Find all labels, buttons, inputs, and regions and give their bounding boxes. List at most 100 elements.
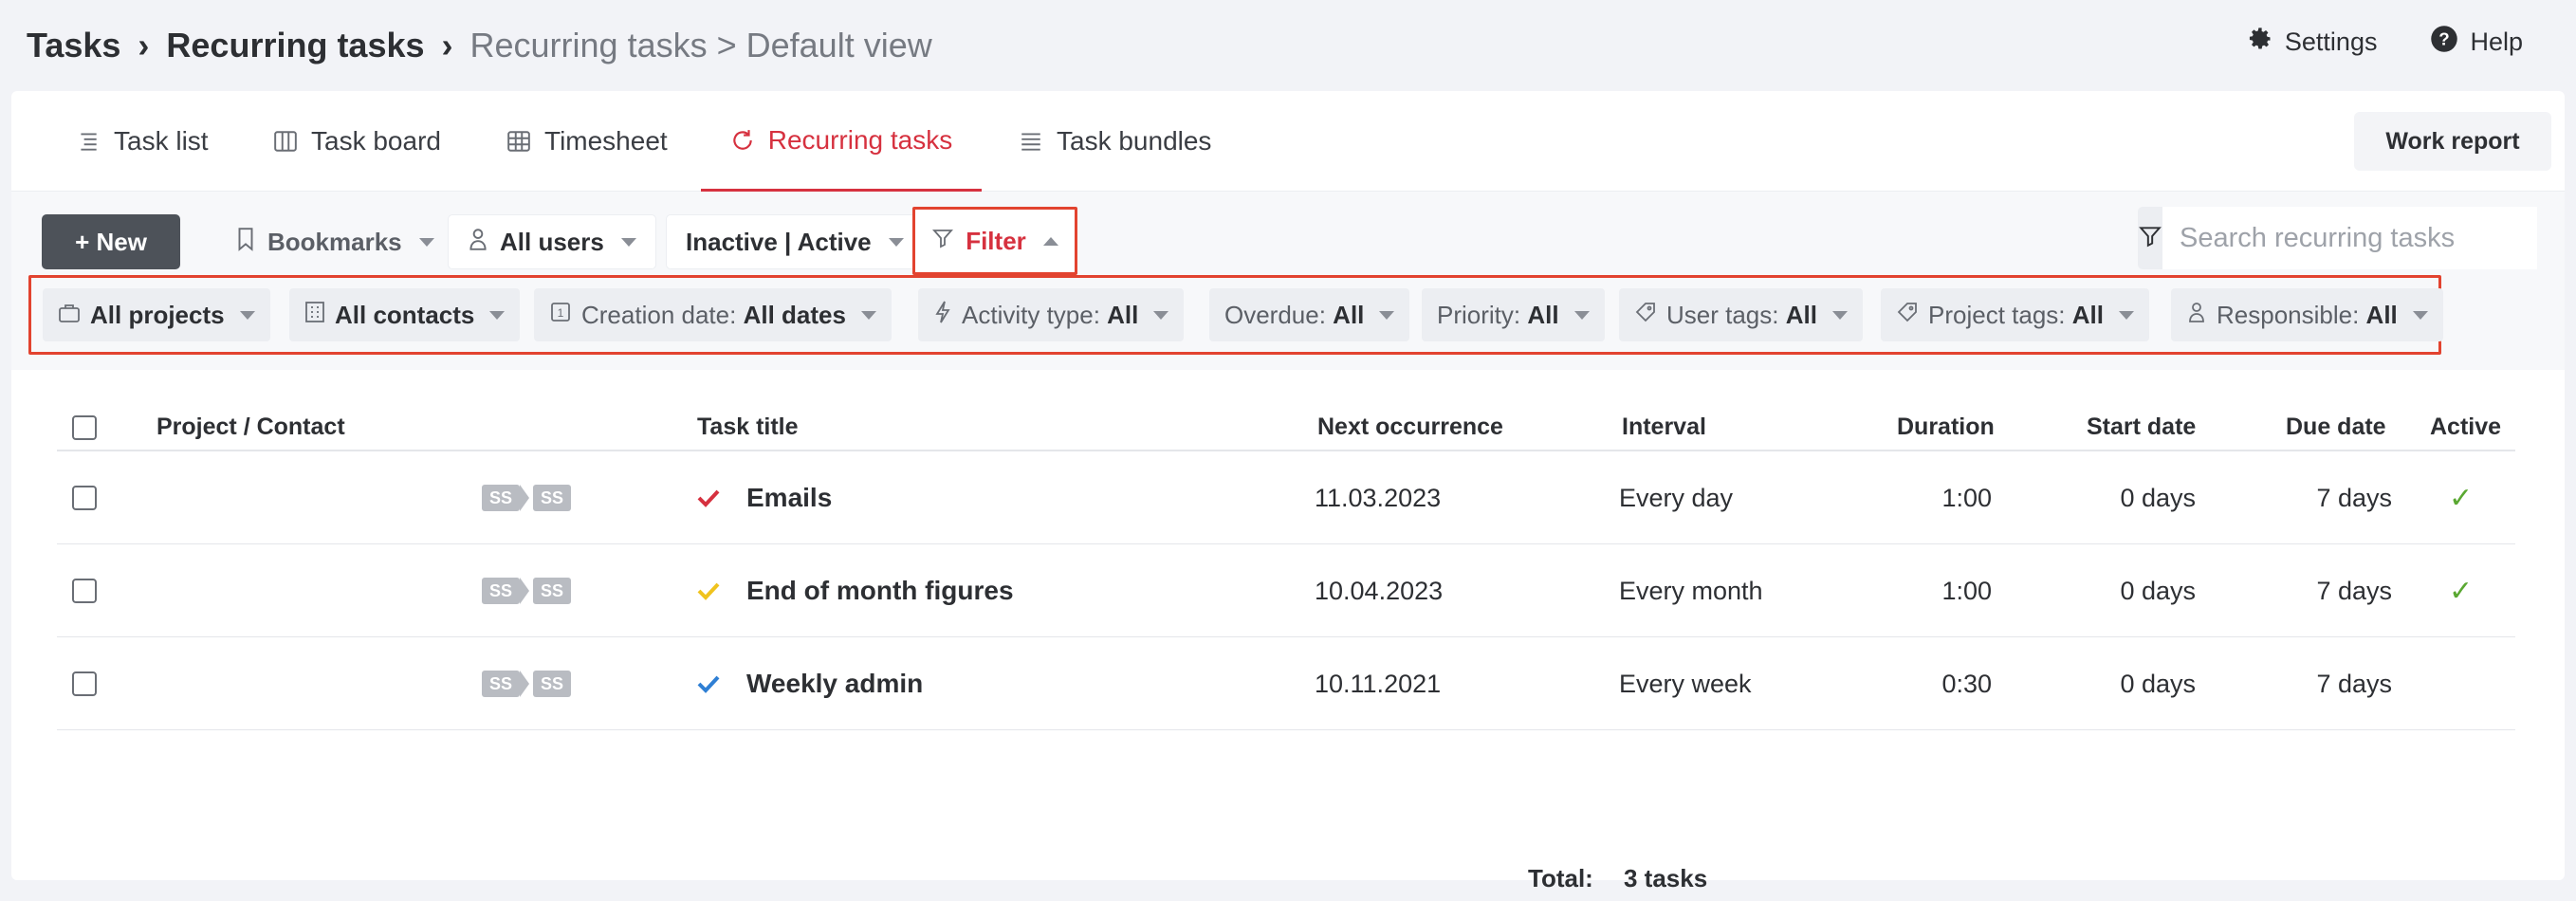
- user-badge: SS: [482, 578, 521, 604]
- work-report-button[interactable]: Work report: [2354, 112, 2551, 171]
- filter-chips-bar: All projects All contacts 1 Creation dat…: [28, 275, 2443, 355]
- column-project-contact[interactable]: Project / Contact: [156, 414, 345, 441]
- user-tags-filter[interactable]: User tags: All: [1619, 288, 1863, 341]
- bookmarks-label: Bookmarks: [267, 227, 402, 256]
- column-duration[interactable]: Duration: [1897, 414, 1995, 441]
- column-start-date[interactable]: Start date: [2087, 414, 2196, 441]
- tab-task-board[interactable]: Task board: [273, 91, 441, 192]
- user-icon: [468, 227, 488, 258]
- status-label: Inactive | Active: [686, 227, 872, 256]
- row-checkbox[interactable]: [72, 671, 97, 696]
- filter-button[interactable]: Filter: [912, 207, 1077, 275]
- status-dropdown[interactable]: Inactive | Active: [666, 214, 924, 269]
- chip-label: Activity type: All: [962, 300, 1139, 329]
- duration: 1:00: [1941, 483, 1992, 512]
- chip-label: Priority: All: [1437, 300, 1559, 329]
- chevron-down-icon: [418, 237, 434, 247]
- svg-text:?: ?: [2439, 28, 2450, 48]
- settings-link[interactable]: Settings: [2247, 26, 2378, 59]
- creation-date-filter[interactable]: 1 Creation date: All dates: [534, 288, 892, 341]
- bookmarks-button[interactable]: Bookmarks: [220, 214, 450, 269]
- check-icon: [697, 544, 720, 637]
- breadcrumb-separator: ›: [441, 26, 453, 64]
- start-date: 0 days: [2120, 669, 2196, 698]
- column-active[interactable]: Active: [2430, 414, 2501, 441]
- tab-recurring-tasks[interactable]: Recurring tasks: [701, 91, 982, 192]
- responsible-filter[interactable]: Responsible: All: [2171, 288, 2443, 341]
- due-date: 7 days: [2316, 669, 2392, 698]
- select-all-checkbox[interactable]: [72, 415, 97, 440]
- search-box: [2138, 207, 2537, 269]
- overdue-filter[interactable]: Overdue: All: [1209, 288, 1410, 341]
- duration: 0:30: [1941, 669, 1992, 698]
- tab-task-list[interactable]: Task list: [76, 91, 209, 192]
- table-row[interactable]: SS SS Weekly admin 10.11.2021 Every week…: [57, 637, 2515, 730]
- breadcrumb-tasks[interactable]: Tasks: [27, 26, 120, 65]
- breadcrumb-recurring-tasks[interactable]: Recurring tasks: [166, 26, 424, 65]
- user-badge: SS: [533, 578, 572, 604]
- column-task-title[interactable]: Task title: [697, 414, 799, 441]
- chip-label: Overdue: All: [1224, 300, 1365, 329]
- due-date: 7 days: [2316, 483, 2392, 512]
- next-occurrence: 11.03.2023: [1315, 483, 1442, 512]
- user-badges: SS SS: [482, 578, 572, 604]
- contacts-filter[interactable]: All contacts: [289, 288, 521, 341]
- main-panel: Task list Task board Timesheet Recurring…: [11, 91, 2565, 892]
- arrow-icon: [520, 578, 530, 604]
- task-title[interactable]: Weekly admin: [746, 637, 923, 730]
- bookmark-icon: [235, 227, 256, 258]
- all-users-dropdown[interactable]: All users: [448, 214, 656, 269]
- chip-label: All contacts: [335, 300, 475, 329]
- tab-label: Recurring tasks: [767, 124, 953, 155]
- list-icon: [76, 129, 101, 154]
- projects-filter[interactable]: All projects: [43, 288, 270, 341]
- user-badge: SS: [482, 671, 521, 697]
- chevron-down-icon: [239, 310, 255, 320]
- settings-label: Settings: [2284, 27, 2378, 56]
- lightning-icon: [933, 300, 952, 331]
- task-title[interactable]: Emails: [746, 451, 832, 544]
- duration: 1:00: [1941, 576, 1992, 605]
- priority-filter[interactable]: Priority: All: [1422, 288, 1605, 341]
- row-checkbox[interactable]: [72, 486, 97, 510]
- total-value: 3 tasks: [1624, 863, 1708, 892]
- chevron-up-icon: [1042, 236, 1058, 246]
- column-interval[interactable]: Interval: [1622, 414, 1706, 441]
- activity-type-filter[interactable]: Activity type: All: [918, 288, 1185, 341]
- arrow-icon: [520, 485, 530, 511]
- table-row[interactable]: SS SS Emails 11.03.2023 Every day 1:00 0…: [57, 451, 2515, 544]
- column-next-occurrence[interactable]: Next occurrence: [1317, 414, 1503, 441]
- building-icon: [304, 301, 325, 330]
- toolbar: + New Bookmarks All users Inactive | Act…: [11, 192, 2565, 370]
- project-tags-filter[interactable]: Project tags: All: [1881, 288, 2149, 341]
- check-icon: [697, 637, 720, 730]
- help-link[interactable]: ? Help: [2430, 25, 2523, 60]
- new-button[interactable]: + New: [42, 214, 180, 269]
- row-checkbox[interactable]: [72, 579, 97, 603]
- start-date: 0 days: [2120, 576, 2196, 605]
- chevron-down-icon: [1831, 310, 1848, 320]
- search-filter-button[interactable]: [2138, 207, 2162, 269]
- total-label: Total:: [1528, 863, 1593, 892]
- check-icon: [697, 451, 720, 544]
- grid-icon: [506, 129, 531, 154]
- svg-text:1: 1: [558, 306, 564, 320]
- chevron-down-icon: [1153, 310, 1169, 320]
- search-input[interactable]: [2162, 207, 2537, 269]
- start-date: 0 days: [2120, 483, 2196, 512]
- user-badges: SS SS: [482, 485, 572, 511]
- table-row[interactable]: SS SS End of month figures 10.04.2023 Ev…: [57, 544, 2515, 637]
- column-due-date[interactable]: Due date: [2286, 414, 2386, 441]
- chip-label: Responsible: All: [2217, 300, 2398, 329]
- due-date: 7 days: [2316, 576, 2392, 605]
- tab-bar: Task list Task board Timesheet Recurring…: [11, 91, 2565, 192]
- chip-label: All projects: [90, 300, 225, 329]
- user-icon: [2186, 301, 2207, 330]
- task-title[interactable]: End of month figures: [746, 544, 1014, 637]
- top-bar: Tasks › Recurring tasks › Recurring task…: [0, 0, 2576, 91]
- tab-timesheet[interactable]: Timesheet: [506, 91, 668, 192]
- tab-task-bundles[interactable]: Task bundles: [1019, 91, 1211, 192]
- chevron-down-icon: [2118, 310, 2134, 320]
- next-occurrence: 10.11.2021: [1315, 669, 1442, 698]
- chip-label: Creation date: All dates: [581, 300, 846, 329]
